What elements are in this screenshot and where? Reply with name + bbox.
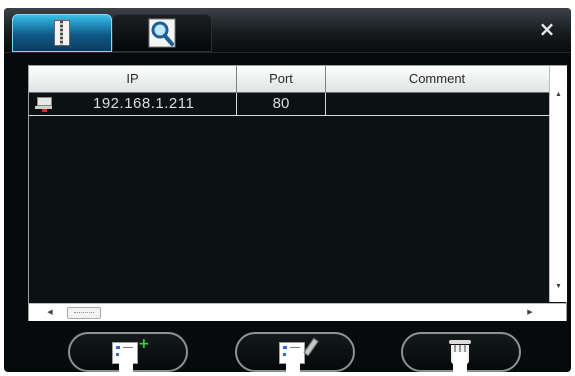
computer-icon	[35, 97, 53, 112]
address-book-window: × IP Port Comment 192.168.1.211 80 ▲ ▼ ◀…	[4, 8, 571, 372]
column-header-comment[interactable]: Comment	[326, 66, 548, 92]
table-row[interactable]: 192.168.1.211 80	[29, 93, 549, 116]
button-stem	[453, 352, 467, 372]
horizontal-scroll-thumb[interactable]	[67, 307, 101, 319]
pencil-icon	[303, 337, 319, 357]
delete-device-button[interactable]	[401, 332, 521, 372]
scroll-right-button[interactable]: ▶	[523, 304, 537, 321]
plus-icon: +	[138, 336, 150, 352]
scroll-left-button[interactable]: ◀	[43, 304, 57, 321]
port-cell: 80	[237, 93, 326, 115]
scroll-up-button[interactable]: ▲	[550, 88, 567, 102]
ip-cell: 192.168.1.211	[29, 93, 237, 115]
close-button[interactable]: ×	[537, 18, 557, 40]
column-header-port[interactable]: Port	[237, 66, 326, 92]
tab-address-book[interactable]	[12, 14, 112, 52]
column-header-ip[interactable]: IP	[29, 66, 237, 92]
tab-search[interactable]	[112, 14, 212, 52]
device-list[interactable]: IP Port Comment 192.168.1.211 80 ▲ ▼ ◀ ▶	[28, 65, 567, 321]
edit-device-button[interactable]	[235, 332, 355, 372]
scroll-down-button[interactable]: ▼	[550, 280, 567, 294]
comment-cell	[326, 93, 548, 115]
title-bar: ×	[4, 8, 571, 53]
horizontal-scrollbar[interactable]: ◀ ▶	[29, 303, 566, 321]
add-device-button[interactable]: +	[68, 332, 188, 372]
table-header: IP Port Comment	[29, 66, 549, 93]
button-stem	[286, 352, 300, 372]
ip-address: 192.168.1.211	[93, 95, 195, 112]
button-stem	[119, 352, 133, 372]
search-icon	[148, 18, 176, 48]
vertical-scrollbar[interactable]: ▲ ▼	[549, 66, 567, 302]
address-book-icon	[54, 20, 70, 46]
